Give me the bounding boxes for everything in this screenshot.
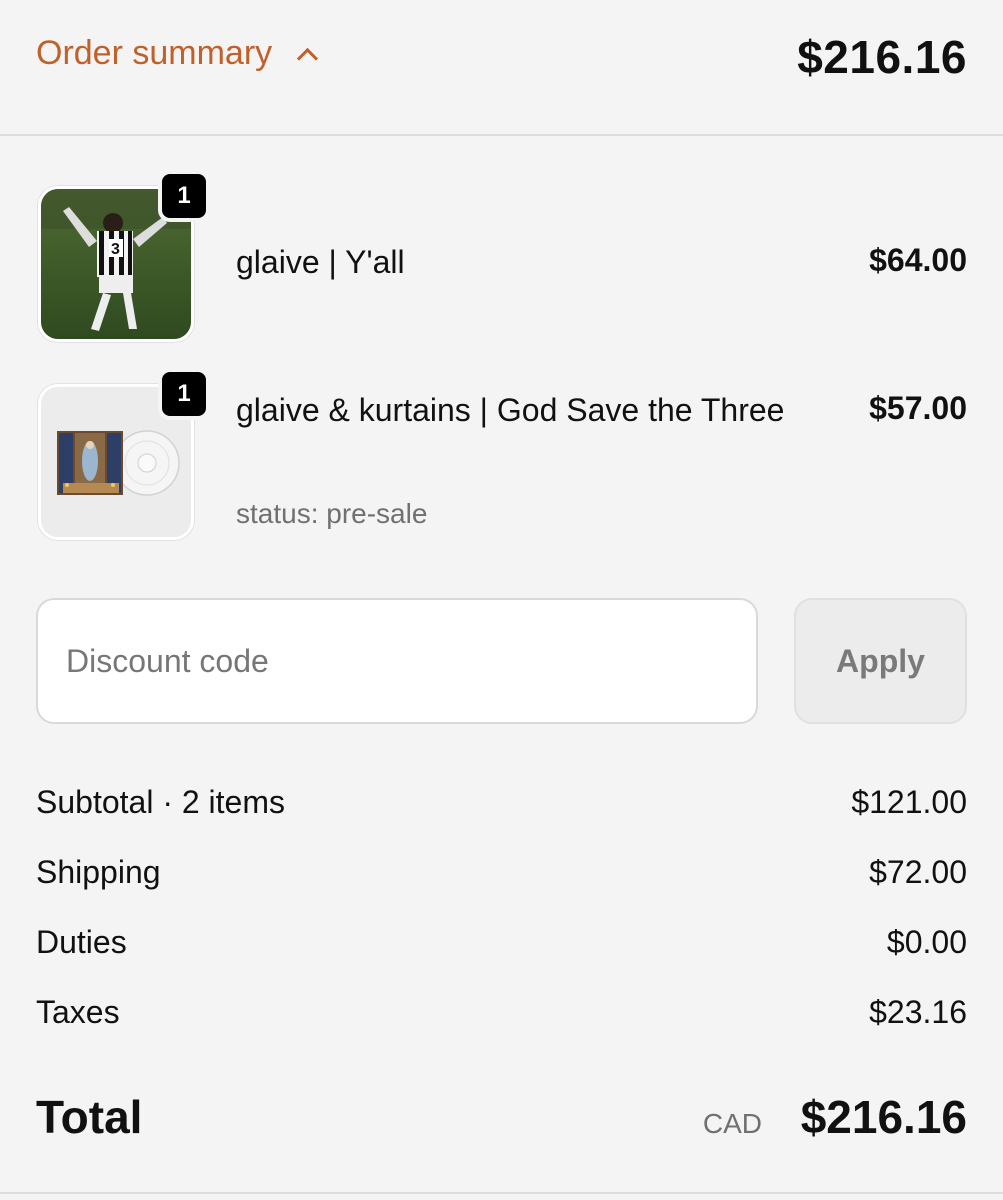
svg-text:3: 3: [111, 241, 120, 258]
shipping-label: Shipping: [36, 854, 161, 890]
total-row: Total CAD $216.16: [36, 1090, 967, 1150]
item-price: $64.00: [869, 242, 967, 278]
apply-discount-button[interactable]: Apply: [794, 598, 967, 724]
total-value: $216.16: [800, 1091, 967, 1143]
duties-value: $0.00: [886, 924, 967, 960]
header-total-price: $216.16: [797, 31, 967, 83]
order-summary-label[interactable]: Order summary: [36, 34, 272, 73]
item-name: glaive | Y'all: [236, 244, 405, 280]
quantity-badge: 1: [158, 368, 210, 420]
currency-code: CAD: [702, 1108, 762, 1139]
quantity-badge: 1: [158, 170, 210, 222]
item-status: status: pre-sale: [236, 498, 428, 529]
shipping-value: $72.00: [869, 854, 967, 890]
item-price: $57.00: [869, 390, 967, 426]
chevron-up-icon[interactable]: [297, 47, 319, 70]
item-name: glaive & kurtains | God Save the Three: [236, 392, 785, 428]
duties-label: Duties: [36, 924, 127, 960]
discount-code-input[interactable]: [36, 598, 758, 724]
total-label: Total: [36, 1091, 143, 1143]
line-item: 1 glaive & kurtains | God Save the Three…: [36, 368, 967, 554]
line-item: 3 1 glaive | Y'all $64.00: [36, 170, 967, 346]
order-summary-header: Order summary $216.16: [0, 0, 1003, 136]
order-summary-toggle[interactable]: Order summary: [36, 34, 319, 73]
taxes-label: Taxes: [36, 994, 120, 1030]
subtotal-value: $121.00: [851, 784, 967, 820]
divider: [0, 1192, 1003, 1194]
subtotal-label: Subtotal · 2 items: [36, 784, 285, 820]
taxes-value: $23.16: [869, 994, 967, 1030]
